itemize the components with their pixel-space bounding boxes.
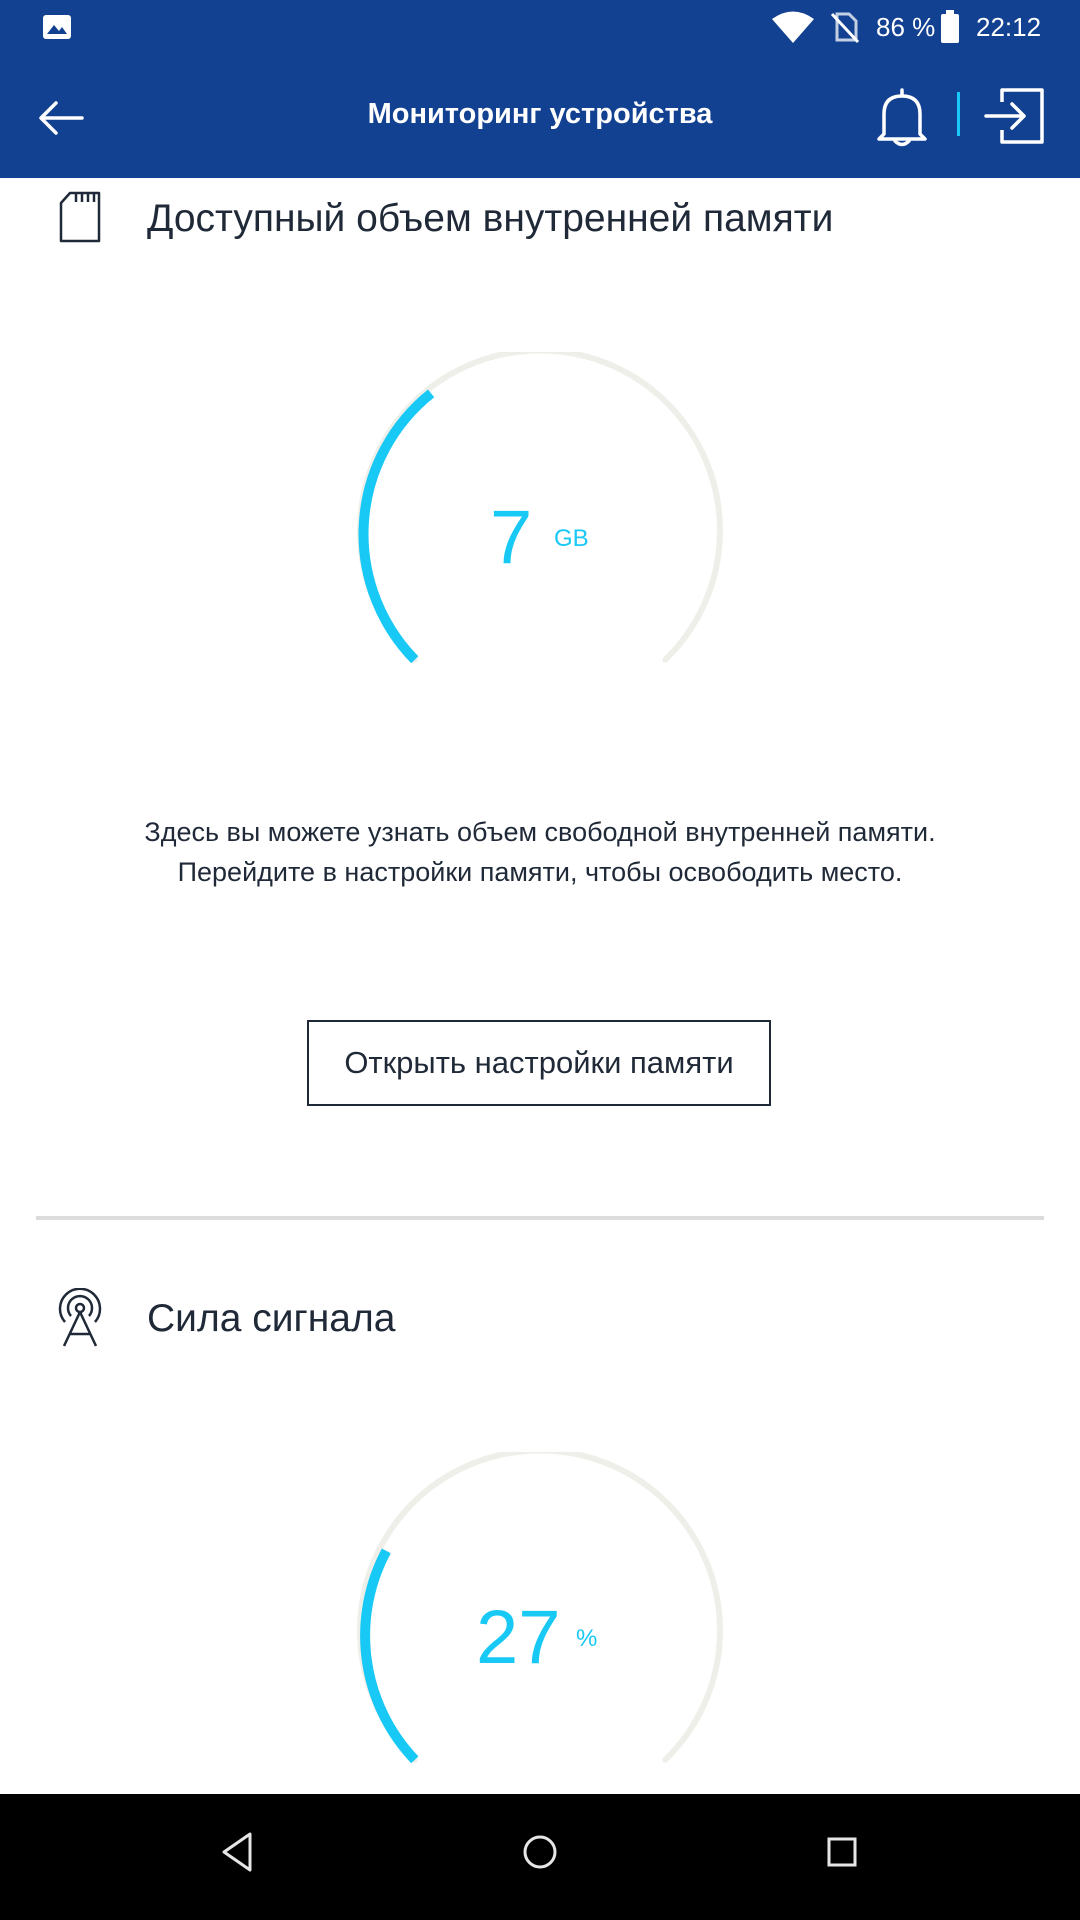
- memory-gauge: [357, 352, 723, 664]
- section-divider: [36, 1216, 1044, 1220]
- battery-icon: [941, 10, 959, 43]
- wifi-icon: [772, 11, 814, 43]
- antenna-tower-icon: [58, 1288, 102, 1347]
- signal-section-title: Сила сигнала: [147, 1297, 396, 1340]
- nav-recents-icon[interactable]: [820, 1828, 864, 1876]
- nav-home-icon[interactable]: [518, 1828, 562, 1876]
- nav-back-icon[interactable]: [216, 1828, 260, 1876]
- signal-gauge-unit: %: [576, 1625, 598, 1652]
- clock: 22:12: [976, 12, 1042, 42]
- logout-icon[interactable]: [982, 84, 1048, 148]
- status-bar: 86 % 22:12: [0, 0, 1080, 54]
- app-bar: Мониторинг устройства: [0, 54, 1080, 178]
- memory-description: Здесь вы можете узнать объем свободной в…: [0, 812, 1080, 892]
- memory-section-title: Доступный объем внутренней памяти: [147, 197, 834, 240]
- memory-gauge-unit: GB: [554, 525, 589, 552]
- battery-percent: 86 %: [876, 12, 936, 42]
- bell-icon[interactable]: [872, 84, 932, 148]
- image-icon: [43, 15, 71, 39]
- app-bar-divider: [957, 92, 960, 136]
- memory-description-line-2: Перейдите в настройки памяти, чтобы осво…: [177, 857, 903, 887]
- signal-gauge-value: 27: [476, 1595, 561, 1680]
- no-sim-icon: [830, 12, 860, 44]
- open-memory-settings-button[interactable]: Открыть настройки памяти: [307, 1020, 771, 1106]
- memory-gauge-value: 7: [490, 495, 533, 580]
- memory-description-line-1: Здесь вы можете узнать объем свободной в…: [144, 817, 936, 847]
- sd-card-icon: [59, 191, 101, 243]
- navigation-bar: [0, 1794, 1080, 1920]
